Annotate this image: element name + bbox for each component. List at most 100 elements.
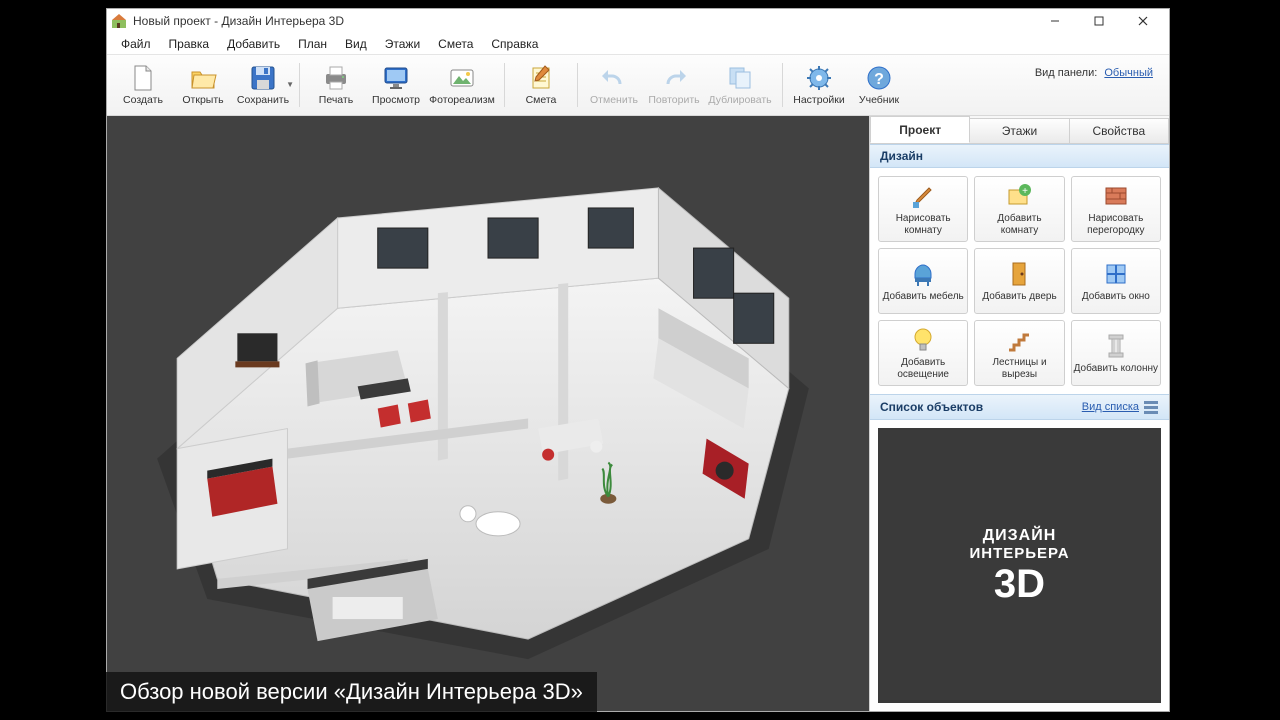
design-header-label: Дизайн	[880, 149, 923, 163]
add-furniture-button[interactable]: Добавить мебель	[878, 248, 968, 314]
3d-viewport[interactable]	[107, 116, 869, 711]
door-icon	[1005, 260, 1033, 288]
add-room-icon: +	[1005, 182, 1033, 210]
create-button[interactable]: Создать	[113, 59, 173, 111]
stairs-label: Лестницы и вырезы	[977, 357, 1061, 380]
redo-label: Повторить	[648, 94, 699, 106]
add-room-button[interactable]: + Добавить комнату	[974, 176, 1064, 242]
menu-file[interactable]: Файл	[113, 35, 159, 53]
add-window-label: Добавить окно	[1082, 291, 1150, 303]
view-list-link[interactable]: Вид списка	[1082, 401, 1139, 413]
side-panel: Проект Этажи Свойства Дизайн Нарисовать …	[869, 116, 1169, 711]
app-icon	[111, 13, 127, 29]
toolbar: Создать Открыть Сохранить ▼	[107, 55, 1169, 116]
object-preview: ДИЗАЙН ИНТЕРЬЕРА 3D	[870, 420, 1169, 711]
save-label: Сохранить	[237, 94, 289, 106]
add-door-button[interactable]: Добавить дверь	[974, 248, 1064, 314]
minimize-button[interactable]	[1033, 9, 1077, 33]
add-lighting-label: Добавить освещение	[881, 357, 965, 380]
titlebar: Новый проект - Дизайн Интерьера 3D	[107, 9, 1169, 33]
video-caption-text: Обзор новой версии «Дизайн Интерьера 3D»	[120, 679, 583, 705]
column-icon	[1102, 332, 1130, 360]
panel-mode: Вид панели: Обычный	[1035, 59, 1163, 79]
estimate-button[interactable]: Смета	[511, 59, 571, 111]
panel-mode-label: Вид панели:	[1035, 67, 1097, 79]
help-icon: ?	[865, 64, 893, 92]
help-button[interactable]: ? Учебник	[849, 59, 909, 111]
wall-icon	[1102, 182, 1130, 210]
tab-floors[interactable]: Этажи	[970, 118, 1069, 143]
chevron-down-icon: ▼	[286, 80, 294, 89]
draw-partition-label: Нарисовать перегородку	[1074, 213, 1158, 236]
promo-line3: 3D	[994, 564, 1045, 604]
app-window: Новый проект - Дизайн Интерьера 3D Файл …	[106, 8, 1170, 712]
estimate-label: Смета	[526, 94, 557, 106]
panel-mode-value[interactable]: Обычный	[1104, 67, 1153, 79]
menubar: Файл Правка Добавить План Вид Этажи Смет…	[107, 33, 1169, 55]
add-furniture-label: Добавить мебель	[883, 291, 964, 303]
add-column-label: Добавить колонну	[1074, 363, 1158, 375]
design-section-header: Дизайн	[870, 144, 1169, 168]
printer-icon	[322, 64, 350, 92]
preview-label: Просмотр	[372, 94, 420, 106]
promo-line2: ИНТЕРЬЕРА	[969, 545, 1069, 562]
photorealism-label: Фотореализм	[429, 94, 495, 106]
add-lighting-button[interactable]: Добавить освещение	[878, 320, 968, 386]
settings-label: Настройки	[793, 94, 845, 106]
video-caption-overlay: Обзор новой версии «Дизайн Интерьера 3D»	[106, 672, 597, 712]
gear-icon	[805, 64, 833, 92]
svg-text:+: +	[1023, 186, 1029, 197]
duplicate-icon	[726, 64, 754, 92]
stairs-button[interactable]: Лестницы и вырезы	[974, 320, 1064, 386]
redo-icon	[660, 64, 688, 92]
add-window-button[interactable]: Добавить окно	[1071, 248, 1161, 314]
undo-button[interactable]: Отменить	[584, 59, 644, 111]
tab-properties[interactable]: Свойства	[1070, 118, 1169, 143]
objects-header-label: Список объектов	[880, 400, 983, 414]
svg-text:?: ?	[874, 71, 884, 88]
new-document-icon	[129, 64, 157, 92]
menu-floors[interactable]: Этажи	[377, 35, 428, 53]
objects-section-header: Список объектов Вид списка	[870, 394, 1169, 420]
tab-project[interactable]: Проект	[870, 116, 970, 143]
menu-estimate[interactable]: Смета	[430, 35, 481, 53]
photorealism-button[interactable]: Фотореализм	[426, 59, 498, 111]
menu-view[interactable]: Вид	[337, 35, 375, 53]
menu-add[interactable]: Добавить	[219, 35, 288, 53]
brush-icon	[909, 182, 937, 210]
window-title: Новый проект - Дизайн Интерьера 3D	[133, 14, 1033, 28]
lightbulb-icon	[909, 326, 937, 354]
menu-edit[interactable]: Правка	[161, 35, 218, 53]
help-label: Учебник	[859, 94, 899, 106]
open-button[interactable]: Открыть	[173, 59, 233, 111]
open-label: Открыть	[182, 94, 223, 106]
draw-room-button[interactable]: Нарисовать комнату	[878, 176, 968, 242]
list-icon[interactable]	[1143, 399, 1159, 415]
add-column-button[interactable]: Добавить колонну	[1071, 320, 1161, 386]
menu-plan[interactable]: План	[290, 35, 335, 53]
add-room-label: Добавить комнату	[977, 213, 1061, 236]
redo-button[interactable]: Повторить	[644, 59, 704, 111]
photo-icon	[448, 64, 476, 92]
duplicate-button[interactable]: Дублировать	[704, 59, 776, 111]
side-tabs: Проект Этажи Свойства	[870, 116, 1169, 144]
duplicate-label: Дублировать	[708, 94, 771, 106]
design-tool-grid: Нарисовать комнату + Добавить комнату На…	[870, 168, 1169, 394]
save-button[interactable]: Сохранить ▼	[233, 59, 293, 111]
print-button[interactable]: Печать	[306, 59, 366, 111]
stairs-icon	[1005, 326, 1033, 354]
draw-partition-button[interactable]: Нарисовать перегородку	[1071, 176, 1161, 242]
close-button[interactable]	[1121, 9, 1165, 33]
menu-help[interactable]: Справка	[483, 35, 546, 53]
promo-card: ДИЗАЙН ИНТЕРЬЕРА 3D	[878, 428, 1161, 703]
save-icon	[249, 64, 277, 92]
workarea: Проект Этажи Свойства Дизайн Нарисовать …	[107, 116, 1169, 711]
notepad-icon	[527, 64, 555, 92]
add-door-label: Добавить дверь	[982, 291, 1056, 303]
preview-button[interactable]: Просмотр	[366, 59, 426, 111]
settings-button[interactable]: Настройки	[789, 59, 849, 111]
maximize-button[interactable]	[1077, 9, 1121, 33]
folder-open-icon	[189, 64, 217, 92]
promo-line1: ДИЗАЙН	[983, 527, 1057, 545]
undo-label: Отменить	[590, 94, 638, 106]
